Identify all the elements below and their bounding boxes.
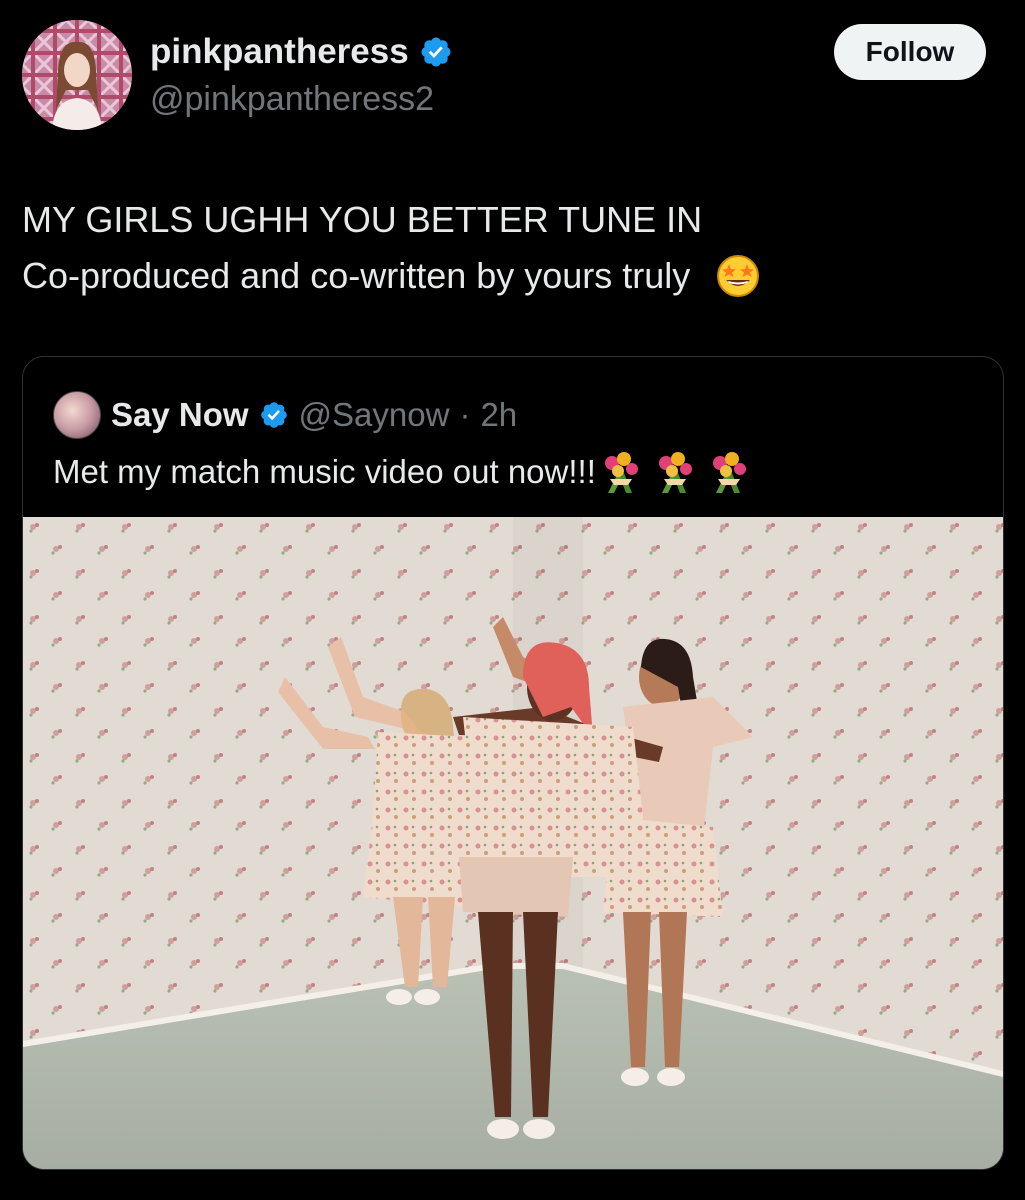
bouquet-icon bbox=[604, 452, 638, 493]
quoted-separator: · bbox=[459, 396, 471, 433]
bouquet-emoji-group bbox=[598, 449, 752, 495]
follow-button[interactable]: Follow bbox=[834, 24, 986, 80]
quoted-tweet-card[interactable]: Say Now @Saynow · 2h Met my match music vi… bbox=[22, 356, 1004, 1170]
tweet-text: MY GIRLS UGHH YOU BETTER TUNE IN Co-prod… bbox=[22, 192, 982, 304]
bouquet-icon bbox=[658, 452, 692, 493]
star-struck-emoji-icon bbox=[717, 255, 760, 297]
author-handle[interactable]: @pinkpantheress2 bbox=[150, 80, 434, 119]
quoted-verified-badge-icon bbox=[260, 402, 287, 428]
tweet-text-line-2: Co-produced and co-written by yours trul… bbox=[22, 255, 691, 296]
quoted-text-row: Met my match music video out now!!! bbox=[53, 449, 752, 495]
quoted-avatar bbox=[53, 391, 101, 439]
quoted-media-image[interactable] bbox=[23, 517, 1003, 1169]
author-avatar[interactable] bbox=[22, 20, 132, 130]
author-name-row[interactable]: pinkpantheress bbox=[150, 32, 453, 72]
tweet-page: pinkpantheress @pinkpantheress2 Follow M… bbox=[0, 0, 1025, 1200]
verified-badge-icon bbox=[421, 37, 451, 67]
quoted-tweet-header: Say Now @Saynow · 2h bbox=[53, 391, 517, 439]
bouquet-icon bbox=[712, 452, 746, 493]
tweet-text-line-2-row: Co-produced and co-written by yours trul… bbox=[22, 248, 982, 304]
quoted-name: Say Now bbox=[111, 396, 249, 433]
quoted-handle: @Saynow bbox=[298, 396, 450, 433]
quoted-time: 2h bbox=[480, 396, 518, 433]
author-name[interactable]: pinkpantheress bbox=[150, 32, 409, 72]
quoted-text: Met my match music video out now!!! bbox=[53, 453, 596, 490]
tweet-text-line-1: MY GIRLS UGHH YOU BETTER TUNE IN bbox=[22, 199, 703, 240]
